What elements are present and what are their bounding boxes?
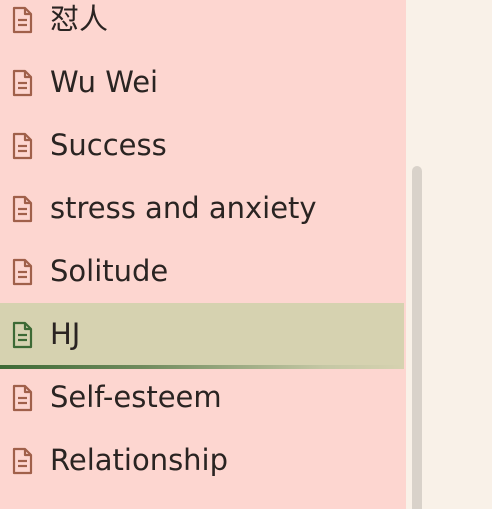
sidebar-item-note[interactable]: Solitude [0, 240, 406, 303]
document-icon [10, 384, 34, 412]
sidebar-item-note[interactable]: Self-esteem [0, 366, 406, 429]
sidebar: 怼人 Wu Wei Success stress and anxiety Sol… [0, 0, 406, 509]
sidebar-item-label: 怼人 [50, 2, 109, 36]
sidebar-item-label: Solitude [50, 254, 169, 288]
sidebar-item-note[interactable]: 怼人 [0, 0, 406, 51]
sidebar-item-note[interactable]: stress and anxiety [0, 177, 406, 240]
sidebar-item-label: Success [50, 128, 167, 162]
app-window: 怼人 Wu Wei Success stress and anxiety Sol… [0, 0, 492, 509]
note-list: 怼人 Wu Wei Success stress and anxiety Sol… [0, 0, 406, 492]
sidebar-item-label: HJ [50, 317, 81, 351]
document-icon [10, 132, 34, 160]
document-icon [10, 6, 34, 34]
document-icon [10, 321, 34, 349]
sidebar-item-label: Self-esteem [50, 380, 222, 414]
sidebar-item-label: Relationship [50, 443, 229, 477]
sidebar-item-label: Wu Wei [50, 65, 159, 99]
sidebar-item-note[interactable]: Success [0, 114, 406, 177]
document-icon [10, 258, 34, 286]
sidebar-item-note[interactable]: Wu Wei [0, 51, 406, 114]
document-icon [10, 447, 34, 475]
sidebar-item-label: stress and anxiety [50, 191, 317, 225]
sidebar-item-note-active[interactable]: HJ [0, 303, 404, 369]
document-icon [10, 69, 34, 97]
scrollbar-thumb[interactable] [412, 166, 422, 509]
sidebar-item-note[interactable]: Relationship [0, 429, 406, 492]
document-icon [10, 195, 34, 223]
